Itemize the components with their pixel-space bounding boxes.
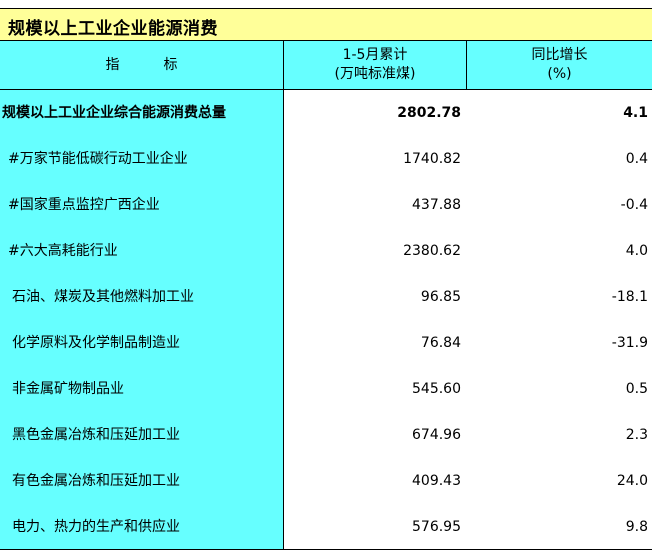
row-value: 437.88 <box>412 197 461 213</box>
header-indicator: 指标 <box>0 41 284 89</box>
table-row: 有色金属冶炼和压延加工业 409.43 24.0 <box>0 458 652 504</box>
table-title: 规模以上工业企业能源消费 <box>8 19 218 39</box>
row-growth: -31.9 <box>611 335 648 351</box>
table-row: 电力、热力的生产和供应业 576.95 9.8 <box>0 504 652 550</box>
header-cumulative-label: 1-5月累计 <box>342 47 408 63</box>
row-growth: 4.0 <box>625 243 648 259</box>
table-row: #国家重点监控广西企业 437.88 -0.4 <box>0 182 652 228</box>
table-bottom-border <box>0 549 652 550</box>
row-name: 非金属矿物制品业 <box>12 381 124 397</box>
row-value: 96.85 <box>420 289 461 305</box>
row-growth: 24.0 <box>616 473 648 489</box>
row-value: 576.95 <box>412 519 461 535</box>
header-yoy-label: 同比增长 <box>531 47 588 63</box>
row-value: 2802.78 <box>397 105 461 121</box>
row-value: 409.43 <box>412 473 461 489</box>
table-header: 指标 1-5月累计 (万吨标准煤) 同比增长 (%) <box>0 41 652 90</box>
header-yoy-unit: (%) <box>547 66 572 82</box>
row-value: 545.60 <box>412 381 461 397</box>
row-growth: 0.5 <box>625 381 648 397</box>
header-cumulative-unit: (万吨标准煤) <box>334 66 416 82</box>
row-name: 黑色金属冶炼和压延加工业 <box>12 427 180 443</box>
table-row: 化学原料及化学制品制造业 76.84 -31.9 <box>0 320 652 366</box>
row-growth: -0.4 <box>620 197 648 213</box>
header-indicator-label: 指标 <box>105 56 222 73</box>
table-row: 石油、煤炭及其他燃料加工业 96.85 -18.1 <box>0 274 652 320</box>
table-row: 非金属矿物制品业 545.60 0.5 <box>0 366 652 412</box>
table-row: 黑色金属冶炼和压延加工业 674.96 2.3 <box>0 412 652 458</box>
row-name: #国家重点监控广西企业 <box>8 197 160 213</box>
table-title-bar: 规模以上工业企业能源消费 <box>0 8 652 41</box>
row-growth: 2.3 <box>625 427 648 443</box>
row-growth: 4.1 <box>623 105 648 121</box>
row-name: 电力、热力的生产和供应业 <box>12 519 180 535</box>
header-cumulative: 1-5月累计 (万吨标准煤) <box>284 41 467 89</box>
row-value: 2380.62 <box>403 243 461 259</box>
energy-consumption-table: 规模以上工业企业能源消费 指标 1-5月累计 (万吨标准煤) 同比增长 (%) … <box>0 0 652 555</box>
row-name: 规模以上工业企业综合能源消费总量 <box>2 105 226 121</box>
row-name: #万家节能低碳行动工业企业 <box>8 151 188 167</box>
header-yoy: 同比增长 (%) <box>467 41 652 89</box>
row-name: 化学原料及化学制品制造业 <box>12 335 180 351</box>
table-row: #六大高耗能行业 2380.62 4.0 <box>0 228 652 274</box>
row-growth: 0.4 <box>625 151 648 167</box>
row-name: 石油、煤炭及其他燃料加工业 <box>12 289 194 305</box>
table-row-total: 规模以上工业企业综合能源消费总量 2802.78 4.1 <box>0 90 652 136</box>
row-name: #六大高耗能行业 <box>8 243 118 259</box>
row-growth: -18.1 <box>611 289 648 305</box>
row-value: 1740.82 <box>403 151 461 167</box>
row-value: 674.96 <box>412 427 461 443</box>
table-row: #万家节能低碳行动工业企业 1740.82 0.4 <box>0 136 652 182</box>
row-value: 76.84 <box>420 335 461 351</box>
row-name: 有色金属冶炼和压延加工业 <box>12 473 180 489</box>
row-growth: 9.8 <box>625 519 648 535</box>
